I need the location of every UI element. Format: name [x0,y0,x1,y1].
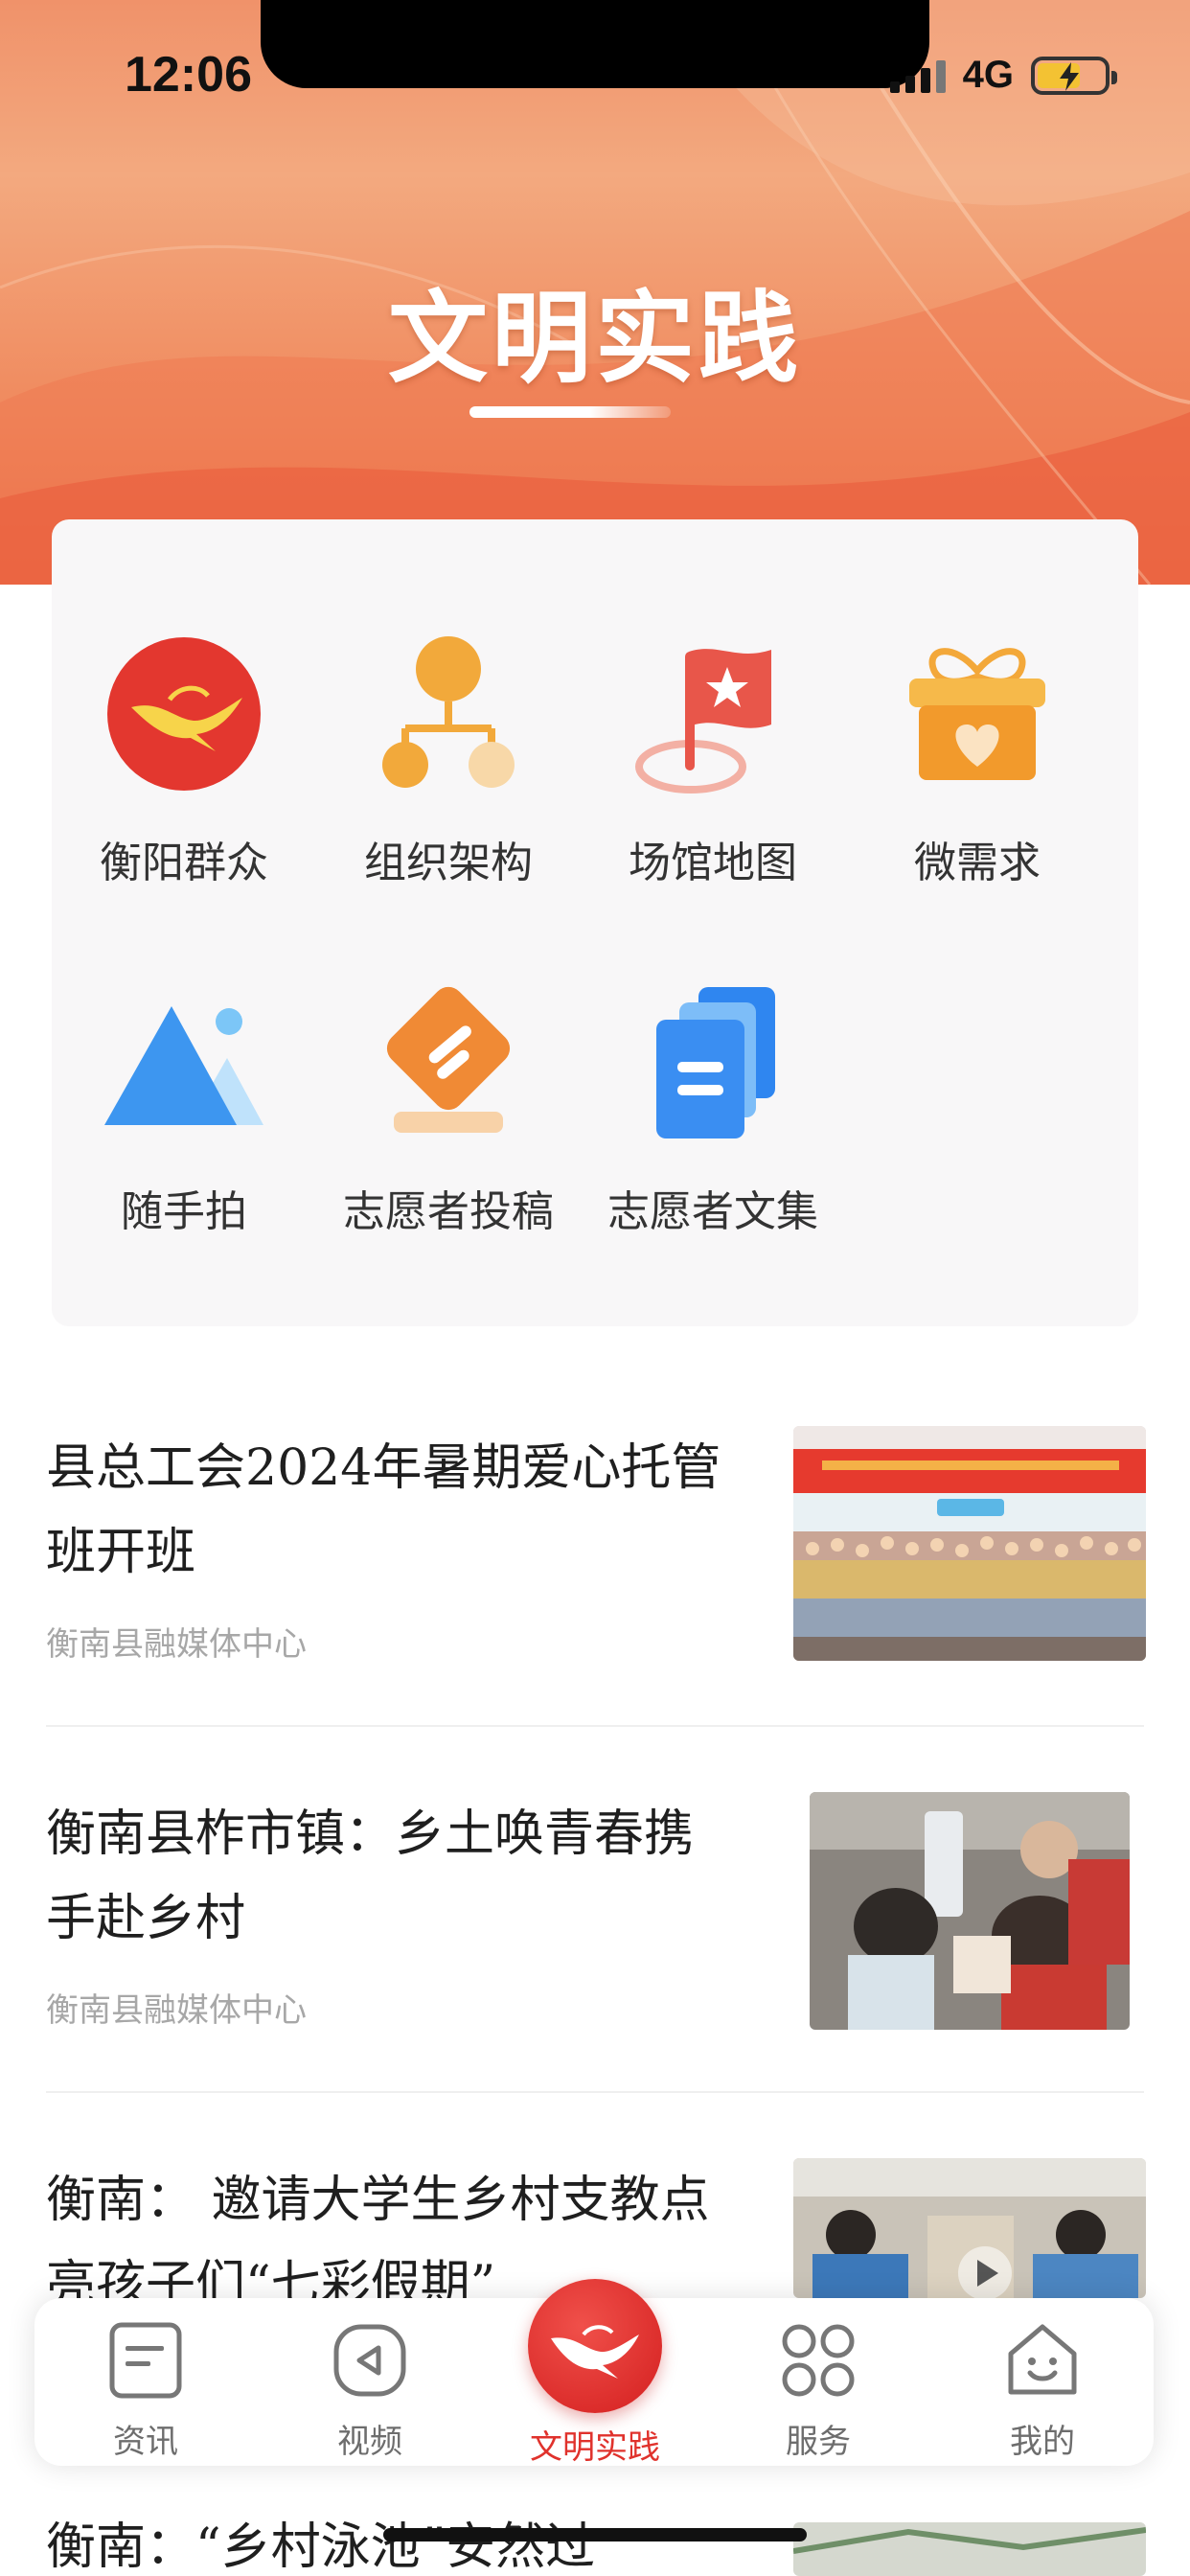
tab-label: 文明实践 [530,2428,660,2467]
device-notch [261,0,929,88]
gift-heart-icon [909,648,1045,780]
signal-icon [889,58,946,93]
status-indicators: 4G [889,54,1117,97]
grid-item-snapshot[interactable]: 随手拍 [52,981,316,1238]
news-thumbnail [793,2522,1146,2576]
tab-label: 我的 [1010,2423,1075,2461]
news-thumbnail [793,1426,1146,1661]
submission-icon [386,986,511,1133]
grid-item-org-structure[interactable]: 组织架构 [316,632,581,889]
tab-mine[interactable]: 我的 [947,2319,1138,2462]
news-item[interactable]: 衡南县柞市镇：乡土唤青春携手赴乡村 衡南县融媒体中心 [46,1792,1144,2051]
crane-logo-icon [528,2279,662,2413]
news-title: 县总工会2024年暑期爱心托管班开班 [46,1439,721,1581]
grid-item-venue-map[interactable]: 场馆地图 [581,632,845,889]
grid-item-volunteer-collection[interactable]: 志愿者文集 [581,981,845,1238]
grid-label: 随手拍 [121,1187,247,1236]
news-icon [109,2322,182,2399]
video-play-icon [333,2324,406,2397]
grid-item-micro-needs[interactable]: 微需求 [845,632,1110,889]
news-source: 衡南县融媒体中心 [46,1991,307,2030]
divider [46,2091,1144,2093]
grid-label: 志愿者文集 [607,1187,818,1236]
grid-label: 衡阳群众 [100,839,268,887]
profile-home-icon [1008,2324,1077,2395]
grid-label: 组织架构 [364,839,533,887]
status-time: 12:06 [125,47,252,103]
battery-icon [1031,56,1117,95]
news-thumbnail [810,1792,1130,2030]
grid-item-hengyang-masses[interactable]: 衡阳群众 [52,632,316,889]
network-type: 4G [962,54,1014,96]
grid-label: 微需求 [914,839,1041,887]
tab-civilization-practice[interactable]: 文明实践 [494,2279,696,2468]
feature-grid: 衡阳群众 组织架构 场馆地图 微需求 随手拍 志愿者投稿 志愿者文集 [52,519,1138,1326]
services-grid-icon [782,2324,855,2397]
documents-icon [656,987,775,1138]
home-indicator[interactable] [383,2528,807,2542]
news-title: 衡南县柞市镇：乡土唤青春携手赴乡村 [46,1806,695,1947]
crane-logo-icon [107,637,261,791]
news-thumbnail [793,2158,1146,2298]
tab-video[interactable]: 视频 [274,2319,466,2462]
grid-item-volunteer-submission[interactable]: 志愿者投稿 [316,981,581,1238]
tab-label: 资讯 [113,2423,178,2461]
grid-label: 志愿者投稿 [343,1187,554,1236]
title-underline [469,406,671,418]
flag-map-icon [635,649,771,794]
divider [46,1725,1144,1727]
tab-services[interactable]: 服务 [722,2319,914,2462]
tab-label: 视频 [337,2423,402,2461]
org-chart-icon [382,636,515,788]
page-title: 文明实践 [387,279,802,397]
news-source: 衡南县融媒体中心 [46,1625,307,1664]
grid-label: 场馆地图 [629,839,797,887]
news-item[interactable]: 县总工会2024年暑期爱心托管班开班 衡南县融媒体中心 [46,1426,1146,1685]
tab-news[interactable]: 资讯 [50,2319,241,2462]
mountain-photo-icon [104,1006,263,1125]
tab-label: 服务 [786,2423,851,2461]
